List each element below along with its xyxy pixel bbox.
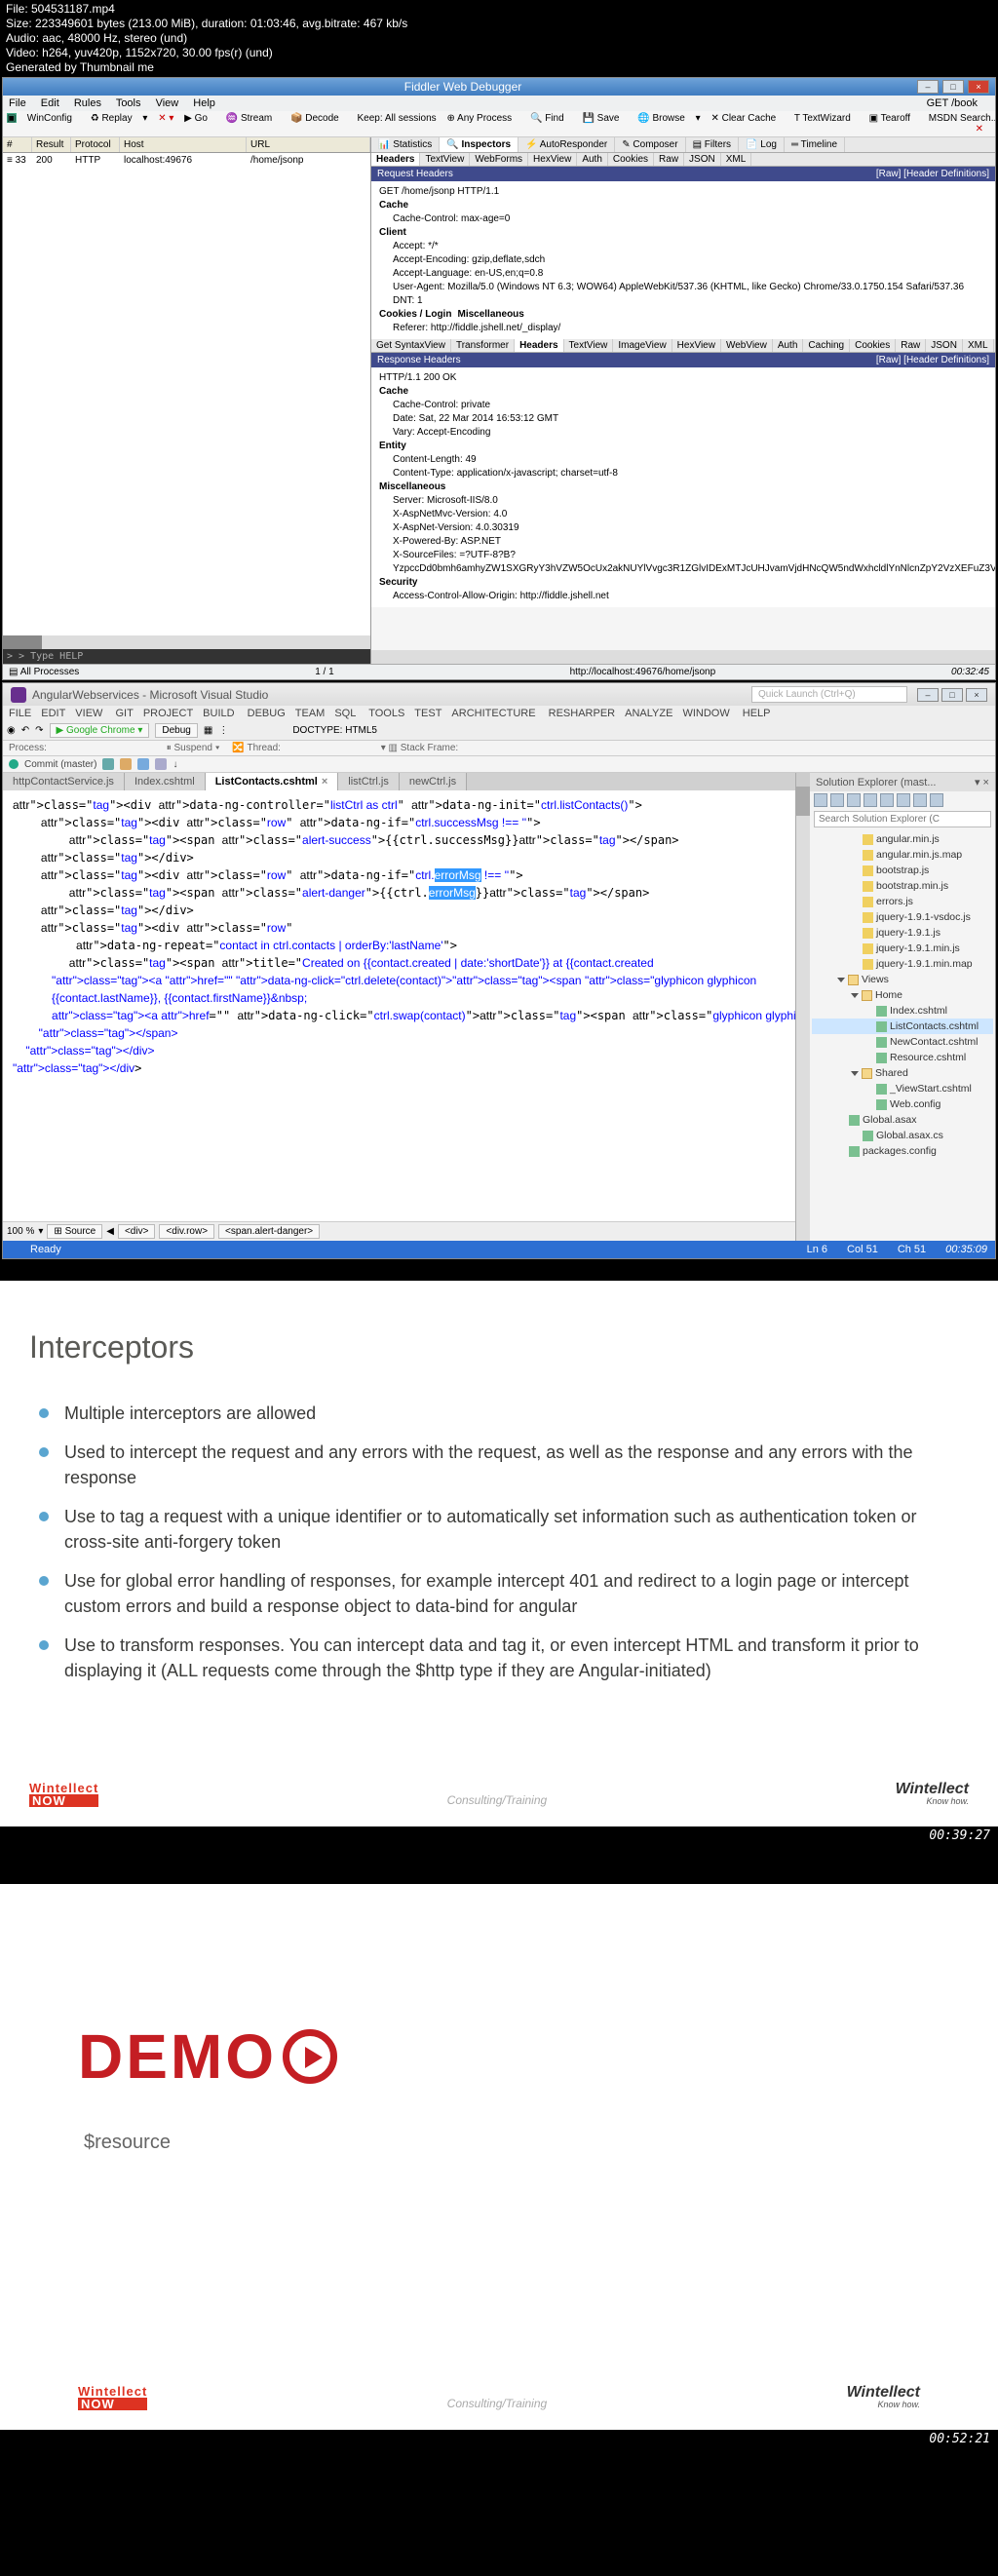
timestamp-overlay: 00:32:45 <box>951 667 989 677</box>
fiddler-menubar[interactable]: File Edit Rules Tools View Help GET /boo… <box>3 96 995 111</box>
session-list-pane[interactable]: # Result Protocol Host URL ≡ 33 200 HTTP… <box>3 137 371 664</box>
maximize-button[interactable]: □ <box>941 688 963 702</box>
bullet-item: Use to tag a request with a unique ident… <box>39 1504 969 1555</box>
request-headers-view[interactable]: GET /home/jsonp HTTP/1.1 Cache Cache-Con… <box>371 181 995 339</box>
tree-node[interactable]: Global.asax <box>812 1112 993 1128</box>
bullet-item: Used to intercept the request and any er… <box>39 1440 969 1490</box>
vs-logo-icon <box>11 687 26 703</box>
slide-interceptors: Interceptors Multiple interceptors are a… <box>0 1281 998 1826</box>
slide-title: Interceptors <box>29 1329 969 1365</box>
tree-node[interactable]: Global.asax.cs <box>812 1128 993 1143</box>
request-header-bar: Request Headers[Raw] [Header Definitions… <box>371 167 995 181</box>
slide-bullets: Multiple interceptors are allowed Used to… <box>29 1401 969 1697</box>
vertical-scrollbar[interactable] <box>796 773 810 1241</box>
minimize-button[interactable]: – <box>917 80 939 94</box>
response-header-bar: Response Headers[Raw] [Header Definition… <box>371 353 995 367</box>
fiddler-window: Fiddler Web Debugger – □ × File Edit Rul… <box>2 77 996 680</box>
bullet-item: Multiple interceptors are allowed <box>39 1401 969 1426</box>
solution-explorer[interactable]: Solution Explorer (mast... ▾ × Search So… <box>810 773 995 1241</box>
session-row[interactable]: ≡ 33 200 HTTP localhost:49676 /home/json… <box>3 153 370 168</box>
vs-statusbar: Ready Ln 6 Col 51 Ch 51 00:35:09 <box>3 1241 995 1258</box>
timestamp-overlay: 00:39:27 <box>0 1826 998 1845</box>
demo-logo: DEMO <box>78 2020 920 2093</box>
solution-toolbar[interactable] <box>810 791 995 809</box>
tree-node[interactable]: errors.js <box>812 894 993 909</box>
solution-search-input[interactable]: Search Solution Explorer (C <box>814 811 991 827</box>
session-grid-header: # Result Protocol Host URL <box>3 137 370 153</box>
fiddler-toolbar[interactable]: ▣ WinConfig ♻ Replay ▾ ✕ ▾ ▶ Go ♒ Stream… <box>3 111 995 137</box>
fiddler-titlebar[interactable]: Fiddler Web Debugger – □ × <box>3 78 995 96</box>
editor-pane: httpContactService.js Index.cshtml ListC… <box>3 773 796 1241</box>
tree-node[interactable]: Index.cshtml <box>812 1003 993 1019</box>
tree-node[interactable]: NewContact.cshtml <box>812 1034 993 1050</box>
run-button[interactable]: ▶ Google Chrome ▾ <box>50 723 150 738</box>
editor-footer[interactable]: 100 % ▾ ⊞ Source ◀ <div> <div.row> <span… <box>3 1221 795 1241</box>
git-commit-bar[interactable]: Commit (master) ↓ <box>3 756 995 773</box>
inspector-pane: 📊 Statistics 🔍 Inspectors ⚡ AutoResponde… <box>371 137 995 664</box>
fiddler-statusbar: ▤ All Processes 1 / 1 http://localhost:4… <box>3 664 995 679</box>
main-tabs[interactable]: 📊 Statistics 🔍 Inspectors ⚡ AutoResponde… <box>371 137 995 153</box>
timestamp-overlay: 00:52:21 <box>0 2430 998 2448</box>
maximize-button[interactable]: □ <box>942 80 964 94</box>
document-tabs[interactable]: httpContactService.js Index.cshtml ListC… <box>3 773 795 790</box>
tree-node[interactable]: Shared <box>812 1065 993 1081</box>
horizontal-scrollbar[interactable] <box>371 650 995 664</box>
tree-node[interactable]: ListContacts.cshtml <box>812 1019 993 1034</box>
wintellect-now-logo: Wintellect NOW <box>29 1782 98 1807</box>
vs-menubar[interactable]: FILEEDITVIEW GITPROJECTBUILD DEBUGTEAMSQ… <box>3 706 995 721</box>
tree-node[interactable]: bootstrap.js <box>812 863 993 878</box>
tree-node[interactable]: packages.config <box>812 1143 993 1159</box>
debug-bar: Process: ⏸ Suspend ▾ 🔀 Thread: ▾ ▥ Stack… <box>3 741 995 756</box>
video-metadata: File: 504531187.mp4 Size: 223349601 byte… <box>0 0 998 77</box>
tree-node[interactable]: jquery-1.9.1.min.map <box>812 956 993 972</box>
code-editor[interactable]: attr">class="tag"><div attr">data-ng-con… <box>3 790 795 1221</box>
timestamp-overlay: 00:35:09 <box>945 1244 987 1255</box>
response-headers-view[interactable]: HTTP/1.1 200 OK Cache Cache-Control: pri… <box>371 367 995 607</box>
wintellect-logo: Wintellect Know how. <box>896 1784 969 1807</box>
quickexec-box[interactable]: > > Type HELP <box>3 649 370 664</box>
close-tab-icon[interactable]: × <box>322 776 327 788</box>
bullet-item: Use to transform responses. You can inte… <box>39 1633 969 1683</box>
tree-node[interactable]: jquery-1.9.1-vsdoc.js <box>812 909 993 925</box>
close-button[interactable]: × <box>966 688 987 702</box>
slide-demo: DEMO $resource Wintellect NOW Consulting… <box>0 1884 998 2430</box>
git-status-icon <box>9 759 19 769</box>
solution-tree[interactable]: angular.min.jsangular.min.js.mapbootstra… <box>810 829 995 1241</box>
wintellect-now-logo: Wintellect NOW <box>78 2385 147 2410</box>
tree-node[interactable]: jquery-1.9.1.min.js <box>812 941 993 956</box>
play-icon <box>283 2029 337 2084</box>
tree-node[interactable]: Resource.cshtml <box>812 1050 993 1065</box>
tree-node[interactable]: bootstrap.min.js <box>812 878 993 894</box>
bullet-item: Use for global error handling of respons… <box>39 1568 969 1619</box>
vs-toolbar[interactable]: ◉↶↷ ▶ Google Chrome ▾ Debug ▦⋮ DOCTYPE: … <box>3 721 995 741</box>
tree-node[interactable]: angular.min.js <box>812 831 993 847</box>
tree-node[interactable]: jquery-1.9.1.js <box>812 925 993 941</box>
tree-node[interactable]: Views <box>812 972 993 987</box>
quicklaunch-input[interactable]: Quick Launch (Ctrl+Q) <box>751 686 907 703</box>
response-inspector-tabs[interactable]: Get SyntaxView Transformer Headers TextV… <box>371 339 995 353</box>
visual-studio-window: AngularWebservices - Microsoft Visual St… <box>2 682 996 1259</box>
minimize-button[interactable]: – <box>917 688 939 702</box>
wintellect-logo: Wintellect Know how. <box>847 2387 920 2410</box>
close-button[interactable]: × <box>968 80 989 94</box>
tree-node[interactable]: _ViewStart.cshtml <box>812 1081 993 1096</box>
request-inspector-tabs[interactable]: Headers TextView WebForms HexView Auth C… <box>371 153 995 167</box>
horizontal-scrollbar[interactable] <box>3 635 370 649</box>
tree-node[interactable]: Web.config <box>812 1096 993 1112</box>
tree-node[interactable]: angular.min.js.map <box>812 847 993 863</box>
tree-node[interactable]: Home <box>812 987 993 1003</box>
demo-subtitle: $resource <box>84 2132 920 2154</box>
vs-titlebar[interactable]: AngularWebservices - Microsoft Visual St… <box>3 683 995 706</box>
